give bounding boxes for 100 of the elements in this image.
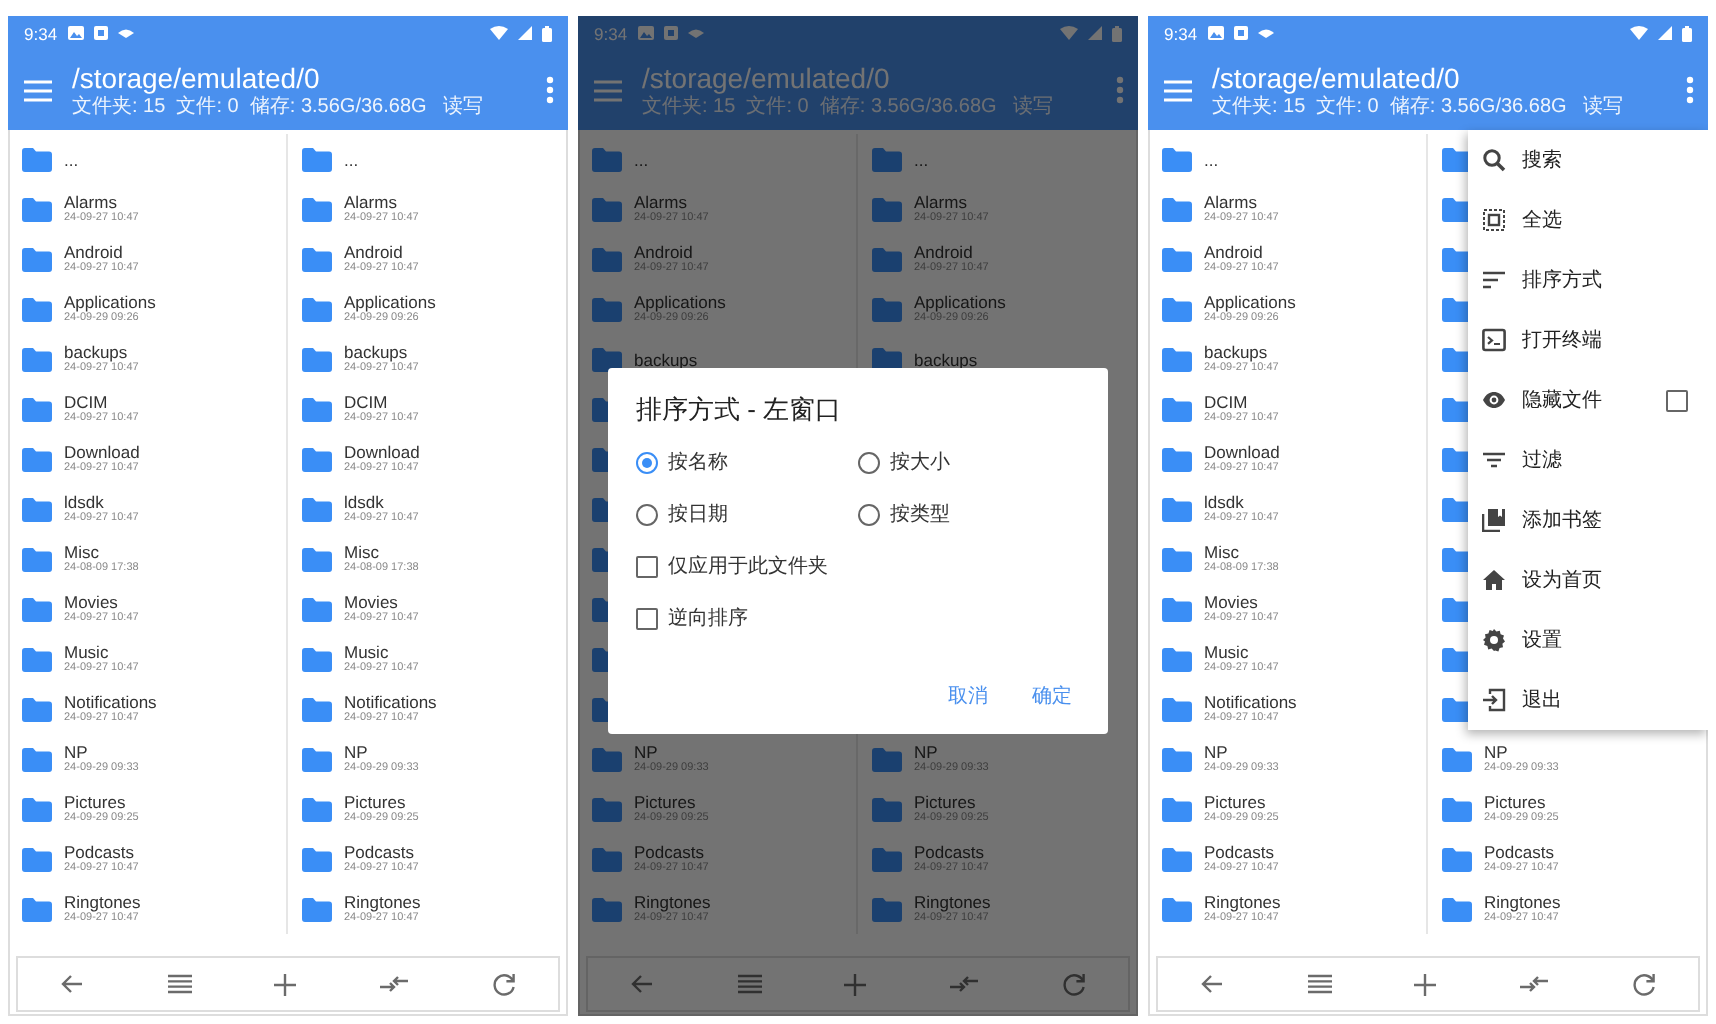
checkbox[interactable] xyxy=(1666,389,1688,411)
folder-name[interactable]: backups xyxy=(1204,342,1279,362)
folder-name[interactable]: Ringtones xyxy=(634,892,711,912)
menu-item[interactable]: 退出 xyxy=(1468,670,1708,730)
sort-option[interactable]: 按名称 xyxy=(636,448,858,476)
folder-name[interactable]: Music xyxy=(64,642,139,662)
folder-name[interactable]: backups xyxy=(344,342,419,362)
add-icon[interactable] xyxy=(274,973,297,995)
folder-name[interactable]: Pictures xyxy=(64,792,139,812)
folder-name[interactable]: Misc xyxy=(64,542,139,562)
folder-name[interactable]: Alarms xyxy=(634,192,709,212)
more-icon[interactable] xyxy=(546,76,554,104)
folder-name[interactable]: backups xyxy=(64,342,139,362)
folder-name[interactable]: Pictures xyxy=(1204,792,1279,812)
checkbox-option[interactable]: 逆向排序 xyxy=(636,604,1080,632)
folder-name[interactable]: NP xyxy=(634,742,709,762)
menu-item[interactable]: 设为首页 xyxy=(1468,550,1708,610)
folder-name[interactable]: Applications xyxy=(914,292,1006,312)
folder-name[interactable]: DCIM xyxy=(64,392,139,412)
radio-button[interactable] xyxy=(858,451,880,473)
folder-name[interactable]: Misc xyxy=(344,542,419,562)
folder-name[interactable]: Android xyxy=(914,242,989,262)
folder-name[interactable]: Notifications xyxy=(1204,692,1297,712)
folder-name[interactable]: Ringtones xyxy=(1484,892,1561,912)
more-icon[interactable] xyxy=(1116,76,1124,104)
folder-name[interactable]: backups xyxy=(914,349,978,369)
radio-button[interactable] xyxy=(636,451,658,473)
swap-icon[interactable] xyxy=(1520,974,1549,994)
folder-name[interactable]: NP xyxy=(1204,742,1279,762)
folder-name[interactable]: Applications xyxy=(344,292,436,312)
folder-name[interactable]: Podcasts xyxy=(344,842,419,862)
folder-name[interactable]: Podcasts xyxy=(914,842,989,862)
folder-name[interactable]: Misc xyxy=(1204,542,1279,562)
folder-name[interactable]: ... xyxy=(914,149,929,169)
sort-option[interactable]: 按日期 xyxy=(636,500,858,528)
menu-icon[interactable] xyxy=(594,79,622,101)
add-icon[interactable] xyxy=(1414,973,1437,995)
folder-name[interactable]: DCIM xyxy=(344,392,419,412)
folder-name[interactable]: DCIM xyxy=(1204,392,1279,412)
list-icon[interactable] xyxy=(167,974,192,994)
folder-name[interactable]: ldsdk xyxy=(64,492,139,512)
folder-name[interactable]: ... xyxy=(634,149,649,169)
folder-name[interactable]: Pictures xyxy=(344,792,419,812)
folder-name[interactable]: Android xyxy=(634,242,709,262)
folder-name[interactable]: Alarms xyxy=(64,192,139,212)
folder-name[interactable]: Notifications xyxy=(344,692,437,712)
menu-item[interactable]: 打开终端 xyxy=(1468,310,1708,370)
folder-name[interactable]: Applications xyxy=(634,292,726,312)
folder-name[interactable]: NP xyxy=(1484,742,1559,762)
refresh-icon[interactable] xyxy=(1632,972,1657,996)
folder-name[interactable]: Download xyxy=(344,442,420,462)
folder-name[interactable]: Podcasts xyxy=(64,842,139,862)
folder-name[interactable]: Applications xyxy=(1204,292,1296,312)
folder-name[interactable]: Android xyxy=(64,242,139,262)
folder-name[interactable]: NP xyxy=(344,742,419,762)
menu-icon[interactable] xyxy=(24,79,52,101)
folder-name[interactable]: Ringtones xyxy=(1204,892,1281,912)
folder-name[interactable]: ... xyxy=(344,149,359,169)
folder-name[interactable]: Alarms xyxy=(344,192,419,212)
folder-name[interactable]: ... xyxy=(1204,149,1219,169)
folder-name[interactable]: Android xyxy=(344,242,419,262)
folder-name[interactable]: Download xyxy=(64,442,140,462)
menu-icon[interactable] xyxy=(1164,79,1192,101)
checkbox-option[interactable]: 仅应用于此文件夹 xyxy=(636,552,1080,580)
folder-name[interactable]: Movies xyxy=(344,592,419,612)
folder-name[interactable]: NP xyxy=(914,742,989,762)
add-icon[interactable] xyxy=(844,973,867,995)
sort-option[interactable]: 按类型 xyxy=(858,500,1080,528)
folder-name[interactable]: Ringtones xyxy=(914,892,991,912)
folder-name[interactable]: Podcasts xyxy=(634,842,709,862)
folder-icon[interactable] xyxy=(592,347,622,371)
menu-item[interactable]: 设置 xyxy=(1468,610,1708,670)
folder-name[interactable]: Applications xyxy=(64,292,156,312)
swap-icon[interactable] xyxy=(380,974,409,994)
folder-name[interactable]: Alarms xyxy=(914,192,989,212)
folder-name[interactable]: Movies xyxy=(1204,592,1279,612)
sort-option[interactable]: 按大小 xyxy=(858,448,1080,476)
folder-name[interactable]: Movies xyxy=(64,592,139,612)
folder-icon[interactable] xyxy=(872,347,902,371)
folder-name[interactable]: backups xyxy=(634,349,698,369)
menu-item[interactable]: 全选 xyxy=(1468,190,1708,250)
swap-icon[interactable] xyxy=(950,974,979,994)
radio-button[interactable] xyxy=(636,503,658,525)
menu-item[interactable]: 添加书签 xyxy=(1468,490,1708,550)
folder-name[interactable]: Ringtones xyxy=(344,892,421,912)
folder-name[interactable]: NP xyxy=(64,742,139,762)
refresh-icon[interactable] xyxy=(1062,972,1087,996)
back-icon[interactable] xyxy=(1199,972,1224,996)
menu-item[interactable]: 搜索 xyxy=(1468,130,1708,190)
folder-name[interactable]: Pictures xyxy=(634,792,709,812)
folder-name[interactable]: Music xyxy=(1204,642,1279,662)
folder-name[interactable]: Android xyxy=(1204,242,1279,262)
checkbox[interactable] xyxy=(636,555,658,577)
more-icon[interactable] xyxy=(1686,76,1694,104)
folder-name[interactable]: Pictures xyxy=(1484,792,1559,812)
folder-name[interactable]: Ringtones xyxy=(64,892,141,912)
menu-item[interactable]: 排序方式 xyxy=(1468,250,1708,310)
folder-name[interactable]: Podcasts xyxy=(1484,842,1559,862)
menu-item[interactable]: 隐藏文件 xyxy=(1468,370,1708,430)
menu-item[interactable]: 过滤 xyxy=(1468,430,1708,490)
